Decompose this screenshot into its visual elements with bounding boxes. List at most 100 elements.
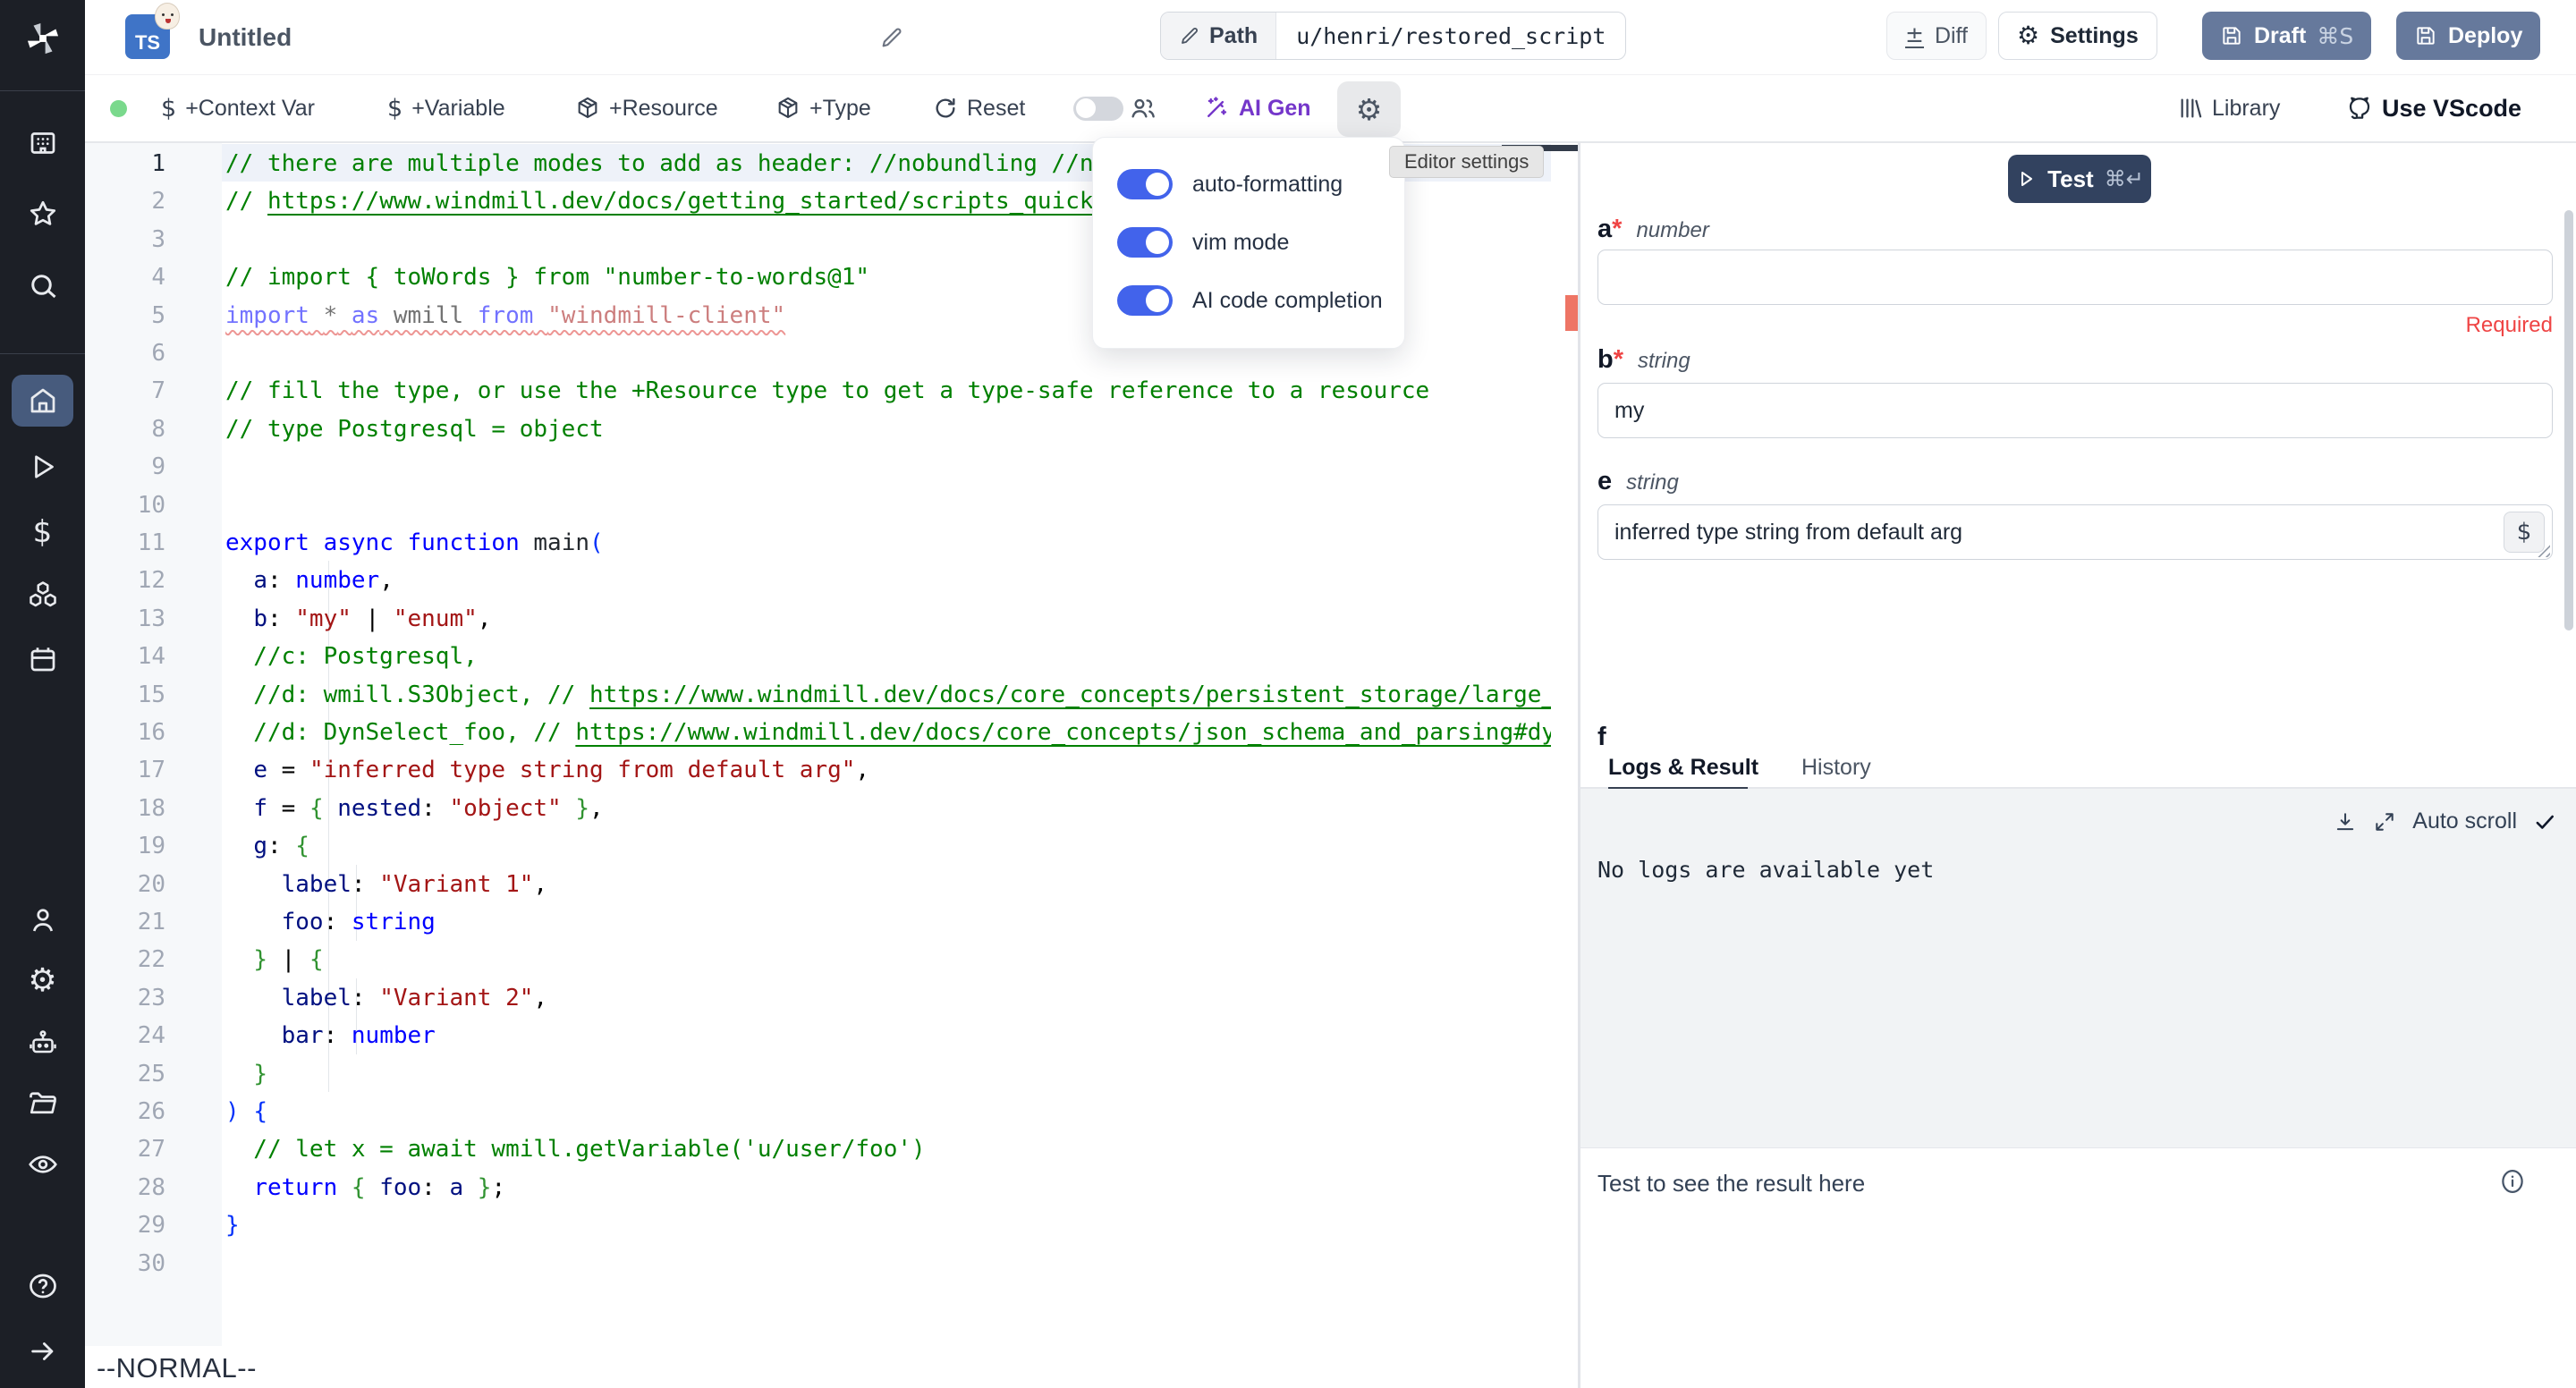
sidebar: $ ⚙ (0, 0, 85, 1388)
windmill-logo-icon[interactable] (0, 20, 85, 57)
insert-variable-dollar-button[interactable]: $ (2504, 512, 2545, 553)
code-line[interactable]: return { foo: a }; (225, 1169, 505, 1206)
ai-gen-button[interactable]: AI Gen (1203, 75, 1311, 141)
line-number: 27 (94, 1130, 165, 1168)
expand-sidebar-arrow-icon[interactable] (0, 1336, 85, 1367)
code-line[interactable]: // import { toWords } from "number-to-wo… (225, 258, 869, 296)
workers-robot-icon[interactable] (0, 1028, 85, 1060)
code-line[interactable]: } | { (225, 941, 324, 978)
menu-item-auto-formatting[interactable]: auto-formatting (1117, 169, 1343, 199)
help-icon[interactable] (0, 1270, 85, 1302)
path-pill[interactable]: Path u/henri/restored_script (1160, 12, 1626, 60)
deploy-button[interactable]: Deploy (2396, 12, 2540, 60)
toggle-switch[interactable] (1117, 285, 1173, 316)
scrollbar-thumb[interactable] (2564, 210, 2573, 631)
line-number: 5 (94, 297, 165, 334)
workspace-icon[interactable] (0, 127, 85, 159)
add-context-var-button[interactable]: $ +Context Var (161, 75, 315, 141)
code-line[interactable]: //c: Postgresql, (225, 638, 478, 675)
field-b-input[interactable]: my (1597, 383, 2553, 438)
run-panel: Test ⌘↵ a* number Required b* string my … (1580, 143, 2576, 1388)
sidebar-divider (0, 353, 85, 354)
tab-history[interactable]: History (1801, 755, 1871, 781)
code-line[interactable]: // let x = await wmill.getVariable('u/us… (225, 1130, 926, 1168)
autoscroll-label[interactable]: Auto scroll (2412, 808, 2517, 834)
resources-cubes-icon[interactable] (0, 579, 85, 611)
line-number: 3 (94, 221, 165, 258)
code-line[interactable]: // there are multiple modes to add as he… (225, 145, 1206, 182)
line-number: 23 (94, 979, 165, 1017)
menu-item-ai-code-completion[interactable]: AI code completion (1117, 285, 1383, 316)
code-line[interactable]: e = "inferred type string from default a… (225, 751, 869, 789)
pencil-icon (1179, 25, 1200, 47)
variables-dollar-icon[interactable]: $ (0, 514, 85, 550)
line-number: 17 (94, 751, 165, 789)
add-resource-button[interactable]: +Resource (575, 75, 718, 141)
line-number: 11 (94, 524, 165, 562)
settings-gear-icon[interactable]: ⚙ (0, 965, 85, 997)
status-dot (110, 75, 127, 141)
reset-button[interactable]: Reset (933, 75, 1025, 141)
menu-item-label: AI code completion (1192, 288, 1383, 314)
code-line[interactable]: label: "Variant 1", (225, 866, 547, 903)
code-line[interactable]: bar: number (225, 1017, 436, 1054)
code-line[interactable]: g: { (225, 827, 309, 865)
download-logs-icon[interactable] (2334, 810, 2357, 834)
diff-button[interactable]: ± Diff (1886, 12, 1987, 60)
schedules-calendar-icon[interactable] (0, 643, 85, 675)
code-line[interactable]: } (225, 1055, 267, 1093)
runs-play-icon[interactable] (0, 451, 85, 483)
code-line[interactable]: } (225, 1206, 240, 1244)
code-line[interactable]: foo: string (225, 903, 436, 941)
code-line[interactable]: b: "my" | "enum", (225, 600, 491, 638)
add-variable-button[interactable]: $ +Variable (387, 75, 505, 141)
field-a-input[interactable] (1597, 250, 2553, 305)
check-icon[interactable] (2533, 810, 2556, 834)
add-type-button[interactable]: +Type (775, 75, 871, 141)
code-line[interactable]: export async function main( (225, 524, 604, 562)
line-number: 18 (94, 790, 165, 827)
test-shortcut: ⌘↵ (2105, 166, 2144, 191)
code-line[interactable]: //d: wmill.S3Object, // https://www.wind… (225, 676, 1551, 714)
collab-toggle[interactable] (1073, 75, 1123, 141)
tab-logs-result[interactable]: Logs & Result (1608, 755, 1758, 781)
field-a-label: a* number (1597, 215, 1709, 244)
info-icon[interactable] (2499, 1168, 2526, 1195)
code-line[interactable]: import * as wmill from "windmill-client" (225, 297, 785, 334)
collaborators-icon[interactable] (1129, 75, 1157, 141)
use-vscode-button[interactable]: Use VScode (2346, 75, 2521, 141)
home-icon[interactable] (0, 385, 85, 417)
field-e-input[interactable]: inferred type string from default arg $ (1597, 504, 2553, 560)
settings-button[interactable]: ⚙ Settings (1998, 12, 2157, 60)
script-title: Untitled (199, 23, 292, 52)
line-number-gutter: 1234567891011121314151617181920212223242… (85, 143, 222, 1346)
code-line[interactable]: //d: DynSelect_foo, // https://www.windm… (225, 714, 1551, 751)
folders-icon[interactable] (0, 1088, 85, 1120)
code-line[interactable]: label: "Variant 2", (225, 979, 547, 1017)
toggle-switch[interactable] (1117, 169, 1173, 199)
vim-status-line: --NORMAL-- (97, 1352, 257, 1384)
path-value[interactable]: u/henri/restored_script (1276, 13, 1625, 59)
toggle-switch[interactable] (1117, 227, 1173, 258)
path-button[interactable]: Path (1161, 13, 1276, 59)
menu-item-vim-mode[interactable]: vim mode (1117, 227, 1289, 258)
editor-settings-gear-button[interactable]: ⚙ (1337, 81, 1401, 137)
audit-eye-icon[interactable] (0, 1148, 85, 1181)
line-number: 12 (94, 562, 165, 599)
gear-icon: ⚙ (1356, 95, 1383, 124)
code-line[interactable]: f = { nested: "object" }, (225, 790, 604, 827)
required-star: * (1612, 215, 1622, 243)
code-line[interactable]: // type Postgresql = object (225, 410, 604, 448)
library-button[interactable]: Library (2178, 75, 2280, 141)
code-line[interactable]: a: number, (225, 562, 394, 599)
draft-button[interactable]: Draft ⌘S (2202, 12, 2371, 60)
field-e-label: e string (1597, 467, 1679, 496)
edit-summary-pencil-icon[interactable] (879, 25, 904, 50)
test-button[interactable]: Test ⌘↵ (2008, 155, 2151, 203)
code-line[interactable]: ) { (225, 1093, 267, 1130)
favorites-star-icon[interactable] (0, 198, 85, 230)
code-line[interactable]: // fill the type, or use the +Resource t… (225, 372, 1429, 410)
expand-logs-icon[interactable] (2373, 810, 2396, 834)
users-person-icon[interactable] (0, 904, 85, 936)
search-icon[interactable] (0, 270, 85, 302)
